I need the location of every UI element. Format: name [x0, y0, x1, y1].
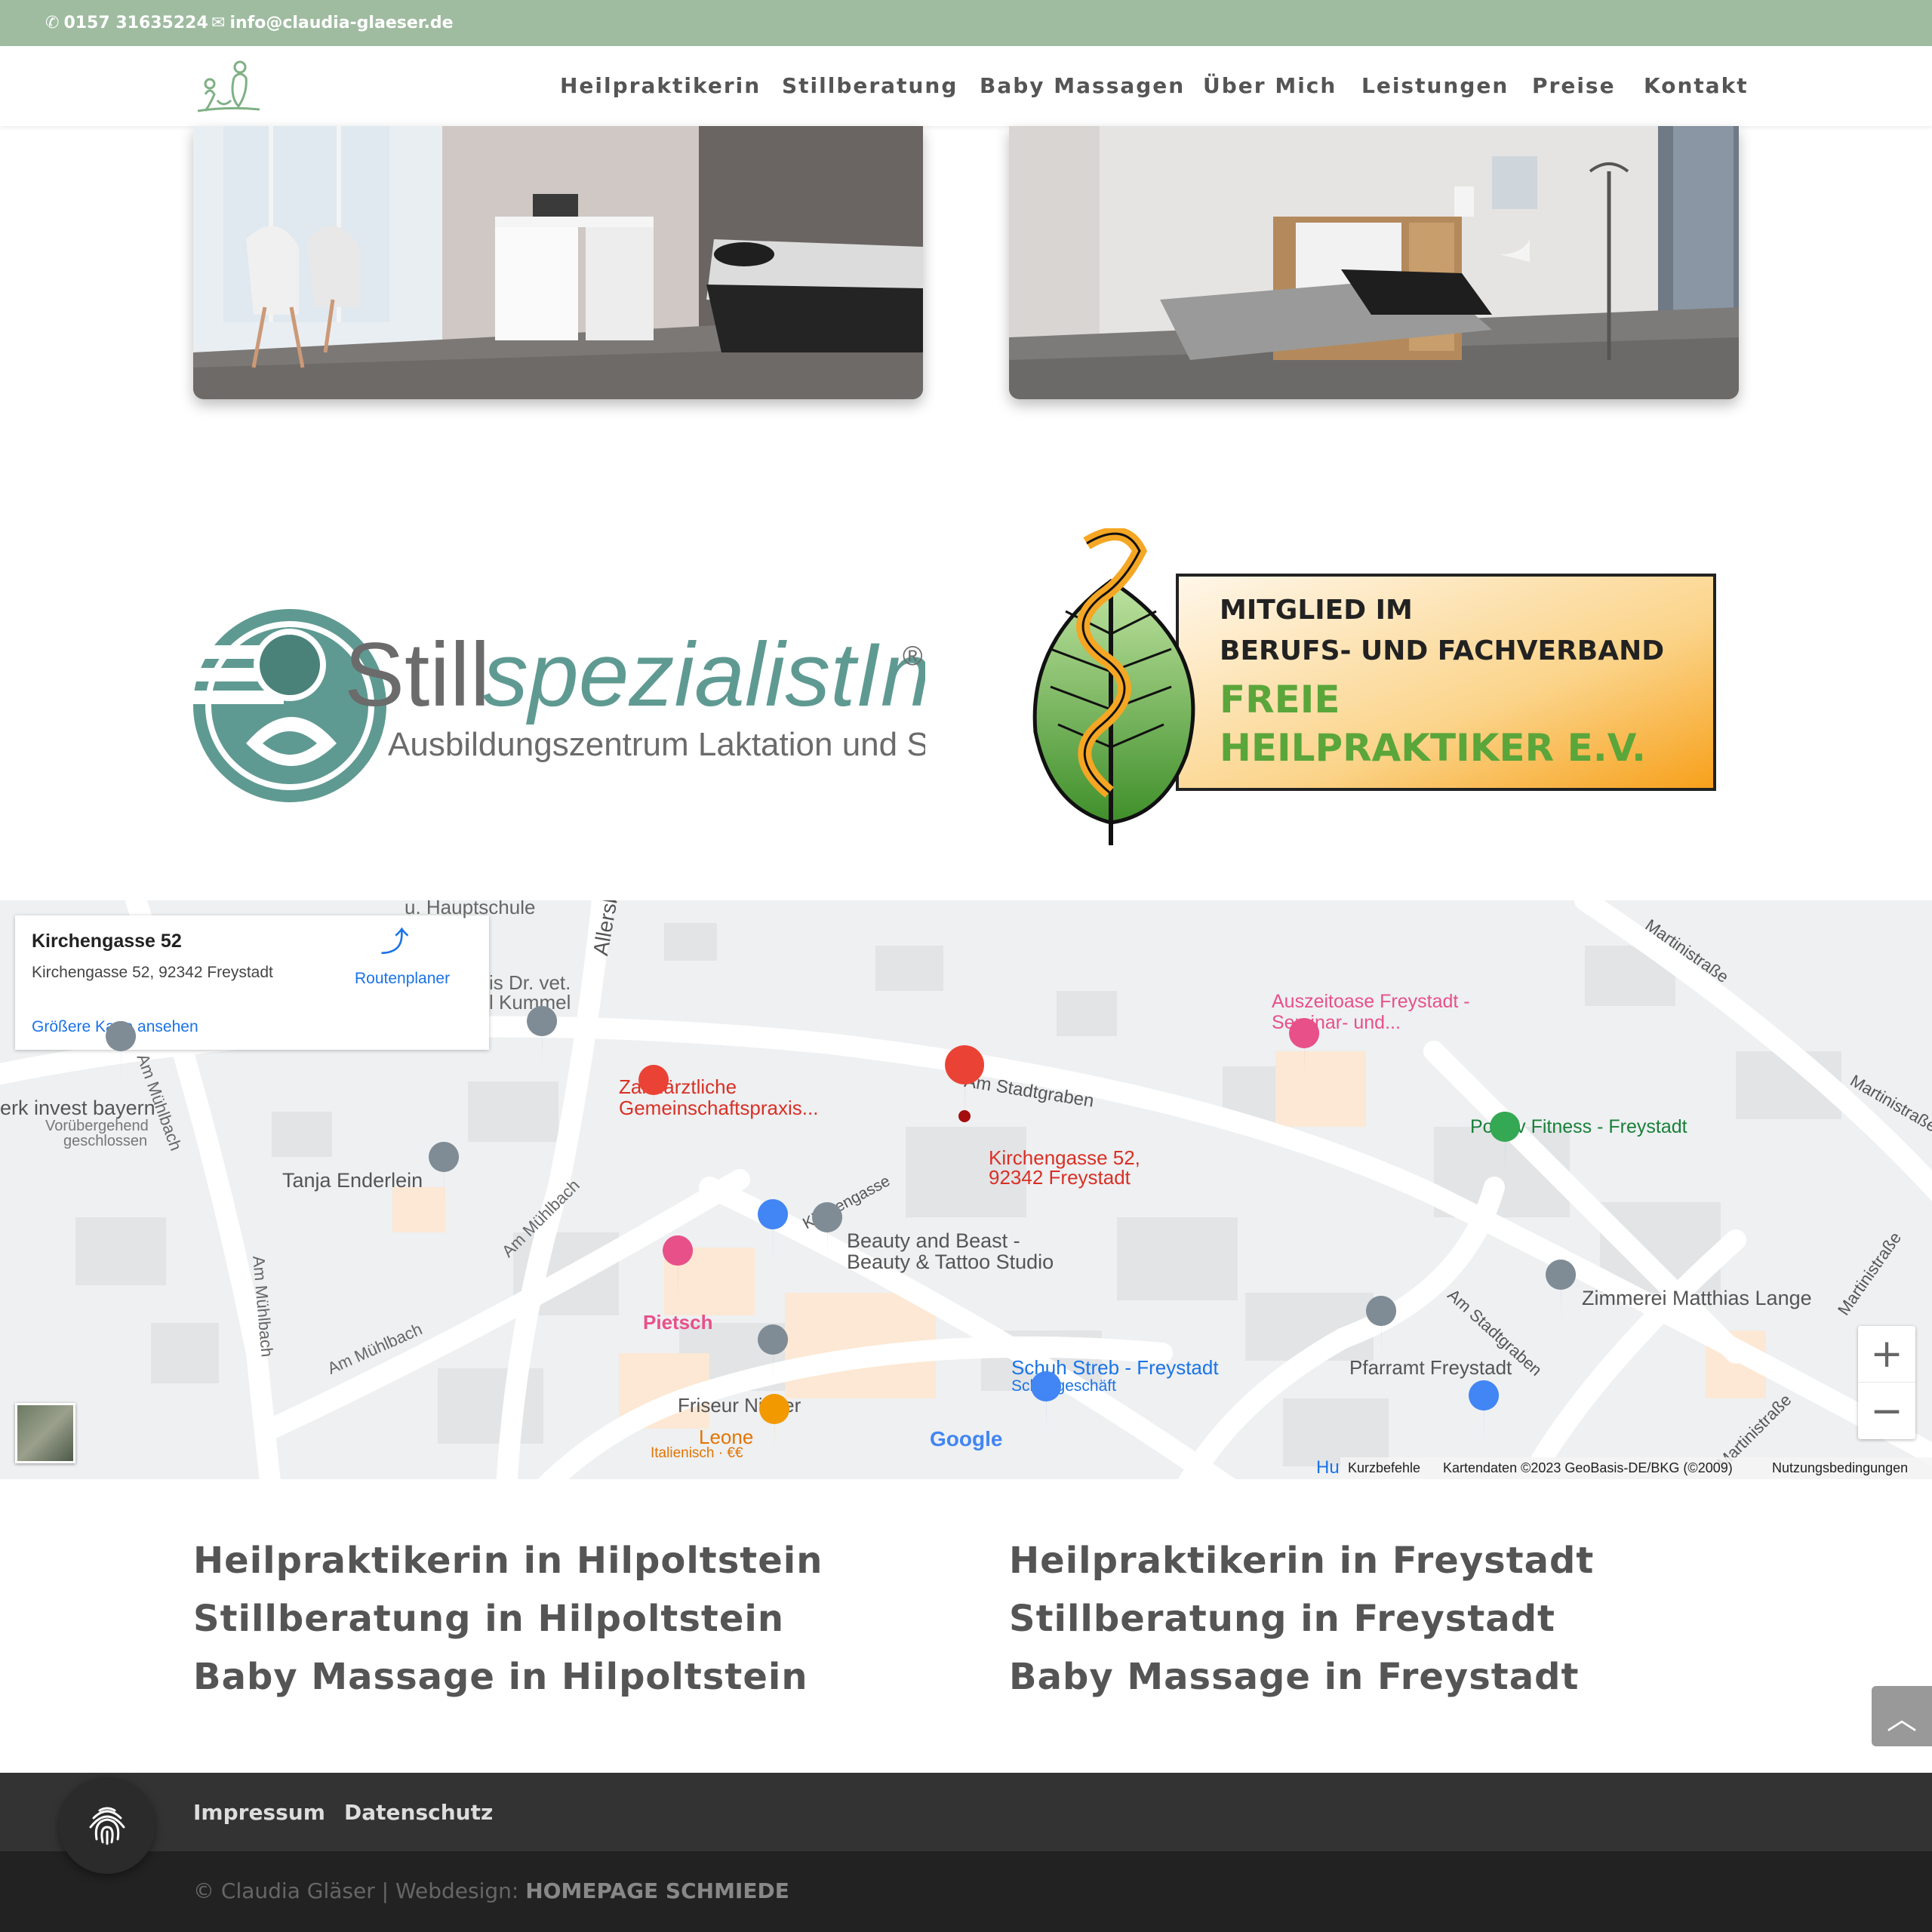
link-stillberatung-freystadt[interactable]: Stillberatung in Freystadt	[1009, 1590, 1594, 1648]
map-label-schuh2: Schuhgeschäft	[1011, 1377, 1116, 1395]
map-label-zahn1: Zahnärztliche	[619, 1075, 737, 1098]
fingerprint-icon	[89, 1807, 125, 1845]
link-babymassage-freystadt[interactable]: Baby Massage in Freystadt	[1009, 1648, 1594, 1706]
stillspezialistin-badge: Still spezialistIn ® Ausbildungszentrum …	[193, 600, 997, 804]
envelope-icon: ✉	[211, 14, 226, 32]
freie-heilpraktiker-badge: MITGLIED IM BERUFS- UND FACHVERBAND FREI…	[1026, 527, 1721, 853]
location-links-left: Heilpraktikerin in Hilpoltstein Stillber…	[193, 1532, 823, 1706]
link-heilpraktikerin-freystadt[interactable]: Heilpraktikerin in Freystadt	[1009, 1532, 1594, 1590]
map-label-schuh1: Schuh Streb - Freystadt	[1011, 1356, 1219, 1379]
email-link[interactable]: ✉ info@claudia-glaeser.de	[211, 14, 454, 32]
directions-icon[interactable]: ⤴	[376, 928, 414, 958]
map-label-invest-sub2: geschlossen	[63, 1133, 148, 1149]
map-info-card: Kirchengasse 52 Kirchengasse 52, 92342 F…	[15, 915, 489, 1050]
still-word: Still	[344, 624, 490, 725]
google-map[interactable]: Kirchengasse 52 Kirchengasse 52, 92342 F…	[0, 900, 1932, 1479]
email-address: info@claudia-glaeser.de	[229, 14, 454, 32]
link-stillberatung-hilpoltstein[interactable]: Stillberatung in Hilpoltstein	[193, 1590, 823, 1648]
bigger-map-link[interactable]: Größere Karte ansehen	[32, 1018, 198, 1036]
satellite-toggle[interactable]	[15, 1403, 75, 1463]
practice-room-photo-right	[1009, 126, 1739, 399]
chevron-up-icon: ︿	[1887, 1703, 1917, 1736]
footer-impressum-link[interactable]: Impressum	[193, 1800, 325, 1825]
copyright-text: © Claudia Gläser | Webdesign:	[193, 1878, 526, 1903]
map-label-auszeit1: Auszeitoase Freystadt -	[1272, 991, 1470, 1012]
map-label-drvet2: l Kummel	[489, 991, 571, 1014]
map-label-auszeit2: Seminar- und...	[1272, 1012, 1401, 1033]
still-subtitle: Ausbildungszentrum Laktation und Stillen	[388, 726, 925, 763]
phone-icon: ✆	[45, 14, 60, 32]
back-to-top-button[interactable]: ︿	[1872, 1686, 1932, 1746]
zoom-control: + −	[1858, 1326, 1915, 1439]
designer-link[interactable]: HOMEPAGE SCHMIEDE	[525, 1878, 789, 1903]
nav-kontakt[interactable]: Kontakt	[1644, 73, 1749, 98]
map-label-zimmerei: Zimmerei Matthias Lange	[1582, 1287, 1812, 1309]
route-planner-link[interactable]: Routenplaner	[355, 970, 450, 988]
map-label-friseur: Friseur Nieser	[678, 1394, 801, 1417]
verband-line1: MITGLIED IM	[1220, 595, 1413, 626]
footer-copyright: © Claudia Gläser | Webdesign: HOMEPAGE S…	[193, 1878, 789, 1903]
phone-link[interactable]: ✆ 0157 31635224	[45, 14, 208, 32]
map-label-zahn2: Gemeinschaftspraxis...	[619, 1097, 819, 1119]
site-logo[interactable]	[195, 55, 263, 117]
footer-menu-bar: Impressum Datenschutz	[0, 1773, 1932, 1851]
spezialistin-word: spezialistIn	[483, 624, 925, 725]
map-terms-link[interactable]: Nutzungsbedingungen	[1772, 1460, 1908, 1476]
location-links-right: Heilpraktikerin in Freystadt Stillberatu…	[1009, 1532, 1594, 1706]
nav-ueber-mich[interactable]: Über Mich	[1203, 73, 1337, 98]
link-heilpraktikerin-hilpoltstein[interactable]: Heilpraktikerin in Hilpoltstein	[193, 1532, 823, 1590]
map-label-beauty1: Beauty and Beast -	[847, 1229, 1020, 1252]
map-label-pfarramt: Pfarramt Freystadt	[1349, 1356, 1512, 1379]
registered-mark: ®	[903, 640, 923, 671]
nav-stillberatung[interactable]: Stillberatung	[782, 73, 958, 98]
practice-room-photo-left	[193, 126, 923, 399]
map-label-leone-sub: Italienisch · €€	[651, 1445, 743, 1461]
map-label-hauptschule: u. Hauptschule	[405, 900, 536, 918]
map-card-address: Kirchengasse 52, 92342 Freystadt	[32, 964, 273, 981]
map-data-credit: Kartendaten ©2023 GeoBasis-DE/BKG (©2009…	[1443, 1460, 1733, 1475]
map-card-title: Kirchengasse 52	[32, 931, 182, 952]
link-babymassage-hilpoltstein[interactable]: Baby Massage in Hilpoltstein	[193, 1648, 823, 1706]
google-logo: Google	[930, 1427, 1003, 1451]
map-label-pietsch: Pietsch	[643, 1311, 713, 1334]
map-label-hu: Hu	[1316, 1457, 1340, 1478]
map-label-tanja: Tanja Enderlein	[282, 1169, 423, 1192]
main-header: Heilpraktikerin Stillberatung Baby Massa…	[0, 46, 1932, 126]
map-label-positiv: Positiv Fitness - Freystadt	[1470, 1116, 1687, 1137]
nav-preise[interactable]: Preise	[1532, 73, 1616, 98]
nav-heilpraktikerin[interactable]: Heilpraktikerin	[560, 73, 761, 98]
map-label-invest: erk invest bayern	[0, 1097, 155, 1119]
nav-leistungen[interactable]: Leistungen	[1361, 73, 1509, 98]
map-marker-label-2: 92342 Freystadt	[989, 1166, 1131, 1189]
footer-bottom-bar: © Claudia Gläser | Webdesign: HOMEPAGE S…	[0, 1851, 1932, 1932]
top-bar: ✆ 0157 31635224 ✉ info@claudia-glaeser.d…	[0, 0, 1932, 46]
cookie-settings-button[interactable]	[59, 1777, 155, 1874]
verband-line3: FREIE	[1220, 678, 1340, 721]
zoom-in-button[interactable]: +	[1858, 1326, 1915, 1383]
phone-number: 0157 31635224	[63, 14, 208, 32]
verband-line4: HEILPRAKTIKER E.V.	[1220, 726, 1646, 770]
nav-baby-massagen[interactable]: Baby Massagen	[980, 73, 1185, 98]
map-attribution-bar: Kurzbefehle Kartendaten ©2023 GeoBasis-D…	[1340, 1457, 1932, 1479]
map-label-beauty2: Beauty & Tattoo Studio	[847, 1251, 1054, 1273]
map-shortcuts-link[interactable]: Kurzbefehle	[1348, 1460, 1420, 1476]
footer-datenschutz-link[interactable]: Datenschutz	[344, 1800, 493, 1825]
zoom-out-button[interactable]: −	[1858, 1383, 1915, 1439]
verband-line2: BERUFS- UND FACHVERBAND	[1220, 635, 1664, 666]
